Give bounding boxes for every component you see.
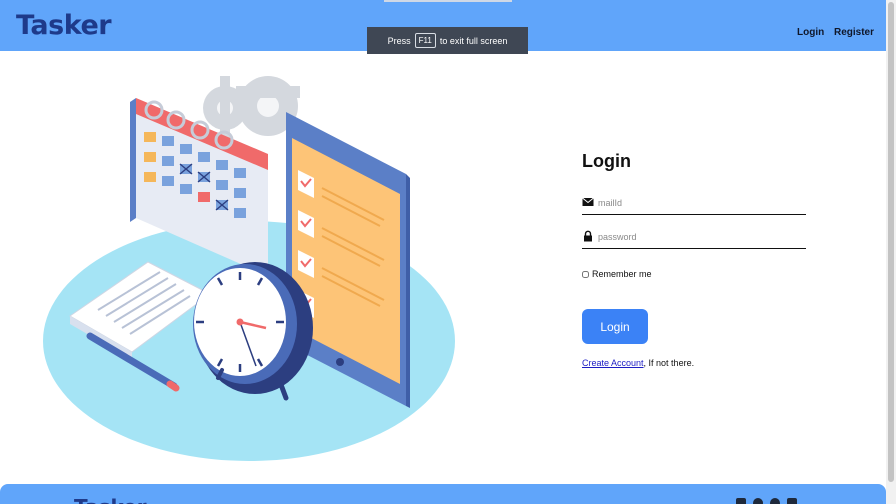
- remember-me-checkbox[interactable]: [582, 270, 589, 278]
- scrollbar-thumb[interactable]: [888, 2, 894, 482]
- create-account-suffix: , If not there.: [643, 358, 695, 368]
- linkedin-icon[interactable]: [736, 498, 746, 504]
- fullscreen-notice: Press F11 to exit full screen: [367, 27, 528, 54]
- globe-icon[interactable]: [770, 498, 780, 504]
- remember-me-label: Remember me: [592, 269, 652, 279]
- nav-register-link[interactable]: Register: [834, 27, 874, 38]
- footer: Tasker: [0, 484, 886, 504]
- fullscreen-key: F11: [414, 33, 436, 48]
- create-account-row: Create Account, If not there.: [582, 358, 694, 368]
- fullscreen-notice-handle: [384, 0, 512, 2]
- nav-login-link[interactable]: Login: [797, 27, 824, 38]
- gear-icon: [203, 76, 300, 140]
- remember-me[interactable]: Remember me: [582, 269, 652, 279]
- instagram-icon[interactable]: [787, 498, 797, 504]
- footer-social-icons: [736, 498, 797, 504]
- github-icon[interactable]: [753, 498, 763, 504]
- envelope-icon: [582, 197, 594, 206]
- lock-icon: [584, 230, 592, 242]
- create-account-link[interactable]: Create Account: [582, 358, 644, 368]
- brand-logo[interactable]: Tasker: [16, 10, 112, 41]
- password-field[interactable]: [582, 228, 806, 249]
- fullscreen-notice-suffix: to exit full screen: [439, 35, 508, 46]
- login-title: Login: [582, 151, 631, 171]
- task-illustration: [43, 76, 455, 461]
- login-button[interactable]: Login: [582, 309, 648, 344]
- fullscreen-notice-prefix: Press: [387, 35, 411, 46]
- footer-copyright: [390, 498, 480, 504]
- footer-brand: Tasker: [74, 495, 147, 504]
- email-field[interactable]: [582, 194, 806, 215]
- email-input[interactable]: [598, 194, 798, 212]
- password-input[interactable]: [598, 228, 798, 246]
